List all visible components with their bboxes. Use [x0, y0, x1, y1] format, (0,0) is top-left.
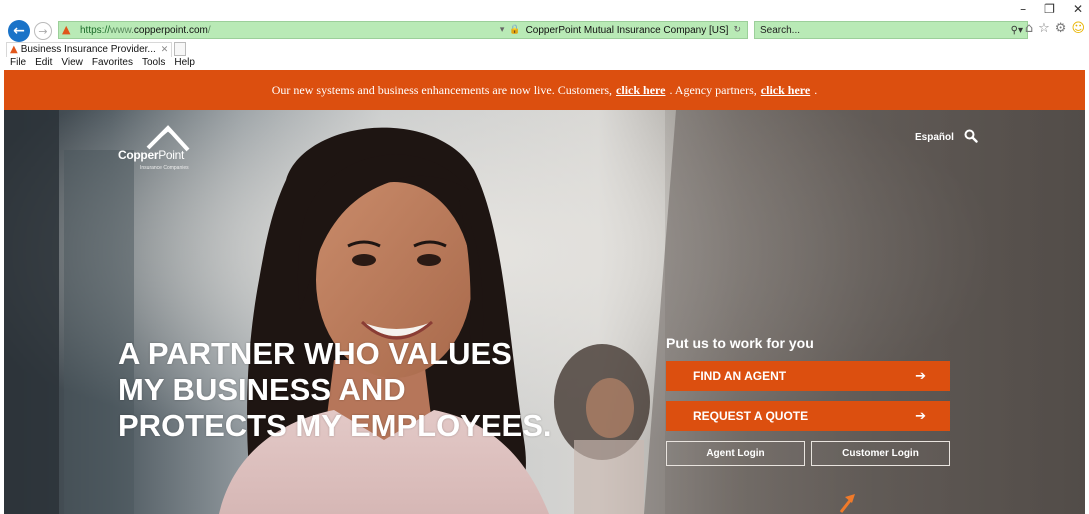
logo-wordmark: CopperPoint [118, 148, 184, 162]
request-a-quote-label: REQUEST A QUOTE [693, 409, 809, 423]
menu-help[interactable]: Help [174, 57, 195, 68]
arrow-right-icon: ➔ [915, 368, 926, 384]
cta-title: Put us to work for you [666, 335, 814, 351]
browser-search-input[interactable] [755, 24, 995, 36]
feedback-smiley-icon[interactable]: ☺ [1071, 21, 1085, 36]
banner-text-middle: . Agency partners, [669, 82, 757, 97]
back-button[interactable]: ← [8, 20, 30, 42]
close-window-button[interactable]: ✕ [1073, 2, 1083, 16]
headline-line-2: MY BUSINESS AND [118, 372, 406, 407]
menu-file[interactable]: File [10, 57, 26, 68]
home-icon[interactable]: ⌂ [1025, 21, 1033, 36]
website-viewport: Our new systems and business enhancement… [4, 70, 1085, 514]
url-www: www. [110, 24, 134, 36]
lock-icon: 🔒 [509, 25, 521, 35]
copperpoint-logo[interactable]: CopperPoint Insurance Companies [118, 122, 208, 171]
url-scheme: https:// [80, 24, 111, 36]
logo-word-bold: Copper [118, 148, 159, 162]
browser-search-box[interactable]: ⚲▾ [754, 21, 1028, 39]
new-tab-button[interactable] [174, 42, 187, 56]
language-link-espanol[interactable]: Español [915, 132, 954, 143]
customer-login-button[interactable]: Customer Login [811, 441, 950, 466]
find-an-agent-label: FIND AN AGENT [693, 369, 787, 383]
announcement-banner: Our new systems and business enhancement… [4, 70, 1085, 110]
cta-panel: Put us to work for you FIND AN AGENT ➔ R… [666, 335, 956, 466]
arrow-right-icon: ➔ [915, 408, 926, 424]
hero-headline: A PARTNER WHO VALUES MY BUSINESS AND PRO… [118, 336, 588, 444]
banner-text-after: . [814, 82, 818, 97]
address-dropdown-icon[interactable]: ▾ [500, 25, 505, 35]
login-buttons: Agent Login Customer Login [666, 441, 956, 466]
banner-text-before: Our new systems and business enhancement… [271, 82, 613, 97]
tab-favicon-icon: ▲ [10, 44, 18, 55]
tab-close-icon[interactable]: ✕ [161, 45, 169, 55]
menu-edit[interactable]: Edit [35, 57, 52, 68]
certificate-label[interactable]: CopperPoint Mutual Insurance Company [US… [526, 25, 729, 36]
logo-word-light: Point [158, 148, 185, 162]
customers-click-here-link[interactable]: click here [616, 83, 665, 98]
settings-gear-icon[interactable]: ⚙ [1055, 21, 1067, 36]
url-suffix: / [207, 24, 211, 36]
tab-business-insurance[interactable]: ▲ Business Insurance Provider... ✕ [6, 41, 173, 57]
pointer-arrow-icon [839, 494, 855, 513]
headline-line-1: A PARTNER WHO VALUES [118, 336, 512, 371]
url-domain: copperpoint.com [133, 24, 208, 36]
browser-tools: ⌂ ☆ ⚙ ☺ [1025, 21, 1085, 36]
agency-click-here-link[interactable]: click here [761, 83, 810, 98]
headline-line-3: PROTECTS MY EMPLOYEES. [118, 408, 552, 443]
restore-button[interactable]: ❐ [1044, 2, 1055, 16]
browser-chrome: – ❐ ✕ ← → ▲ https://www.copperpoint.com/… [0, 0, 1089, 70]
tab-title: Business Insurance Provider... [20, 44, 156, 55]
agent-login-button[interactable]: Agent Login [666, 441, 805, 466]
back-arrow-icon: ← [13, 23, 25, 39]
url-text[interactable]: https://www.copperpoint.com/ [80, 25, 211, 36]
forward-arrow-icon: → [38, 24, 48, 38]
site-search-icon[interactable] [964, 129, 978, 143]
hero-section: CopperPoint Insurance Companies Español … [4, 110, 1085, 514]
menu-tools[interactable]: Tools [142, 57, 165, 68]
search-go-icon[interactable]: ⚲▾ [1011, 25, 1023, 36]
favorites-star-icon[interactable]: ☆ [1038, 21, 1050, 36]
address-bar[interactable]: ▲ https://www.copperpoint.com/ ▾ 🔒 Coppe… [58, 21, 748, 39]
menu-bar: File Edit View Favorites Tools Help [10, 57, 195, 68]
menu-favorites[interactable]: Favorites [92, 57, 133, 68]
request-a-quote-button[interactable]: REQUEST A QUOTE ➔ [666, 401, 950, 431]
refresh-icon[interactable]: ↻ [733, 25, 741, 35]
window-controls: – ❐ ✕ [1020, 2, 1083, 16]
address-row: ← → ▲ https://www.copperpoint.com/ ▾ 🔒 C… [6, 20, 1089, 42]
certificate-area[interactable]: ▾ 🔒 CopperPoint Mutual Insurance Company… [500, 25, 741, 36]
minimize-button[interactable]: – [1020, 2, 1026, 16]
logo-tagline: Insurance Companies [140, 165, 189, 171]
menu-view[interactable]: View [61, 57, 83, 68]
site-favicon-icon: ▲ [62, 23, 71, 36]
forward-button[interactable]: → [34, 22, 52, 40]
tab-row: ▲ Business Insurance Provider... ✕ [6, 41, 187, 57]
find-an-agent-button[interactable]: FIND AN AGENT ➔ [666, 361, 950, 391]
